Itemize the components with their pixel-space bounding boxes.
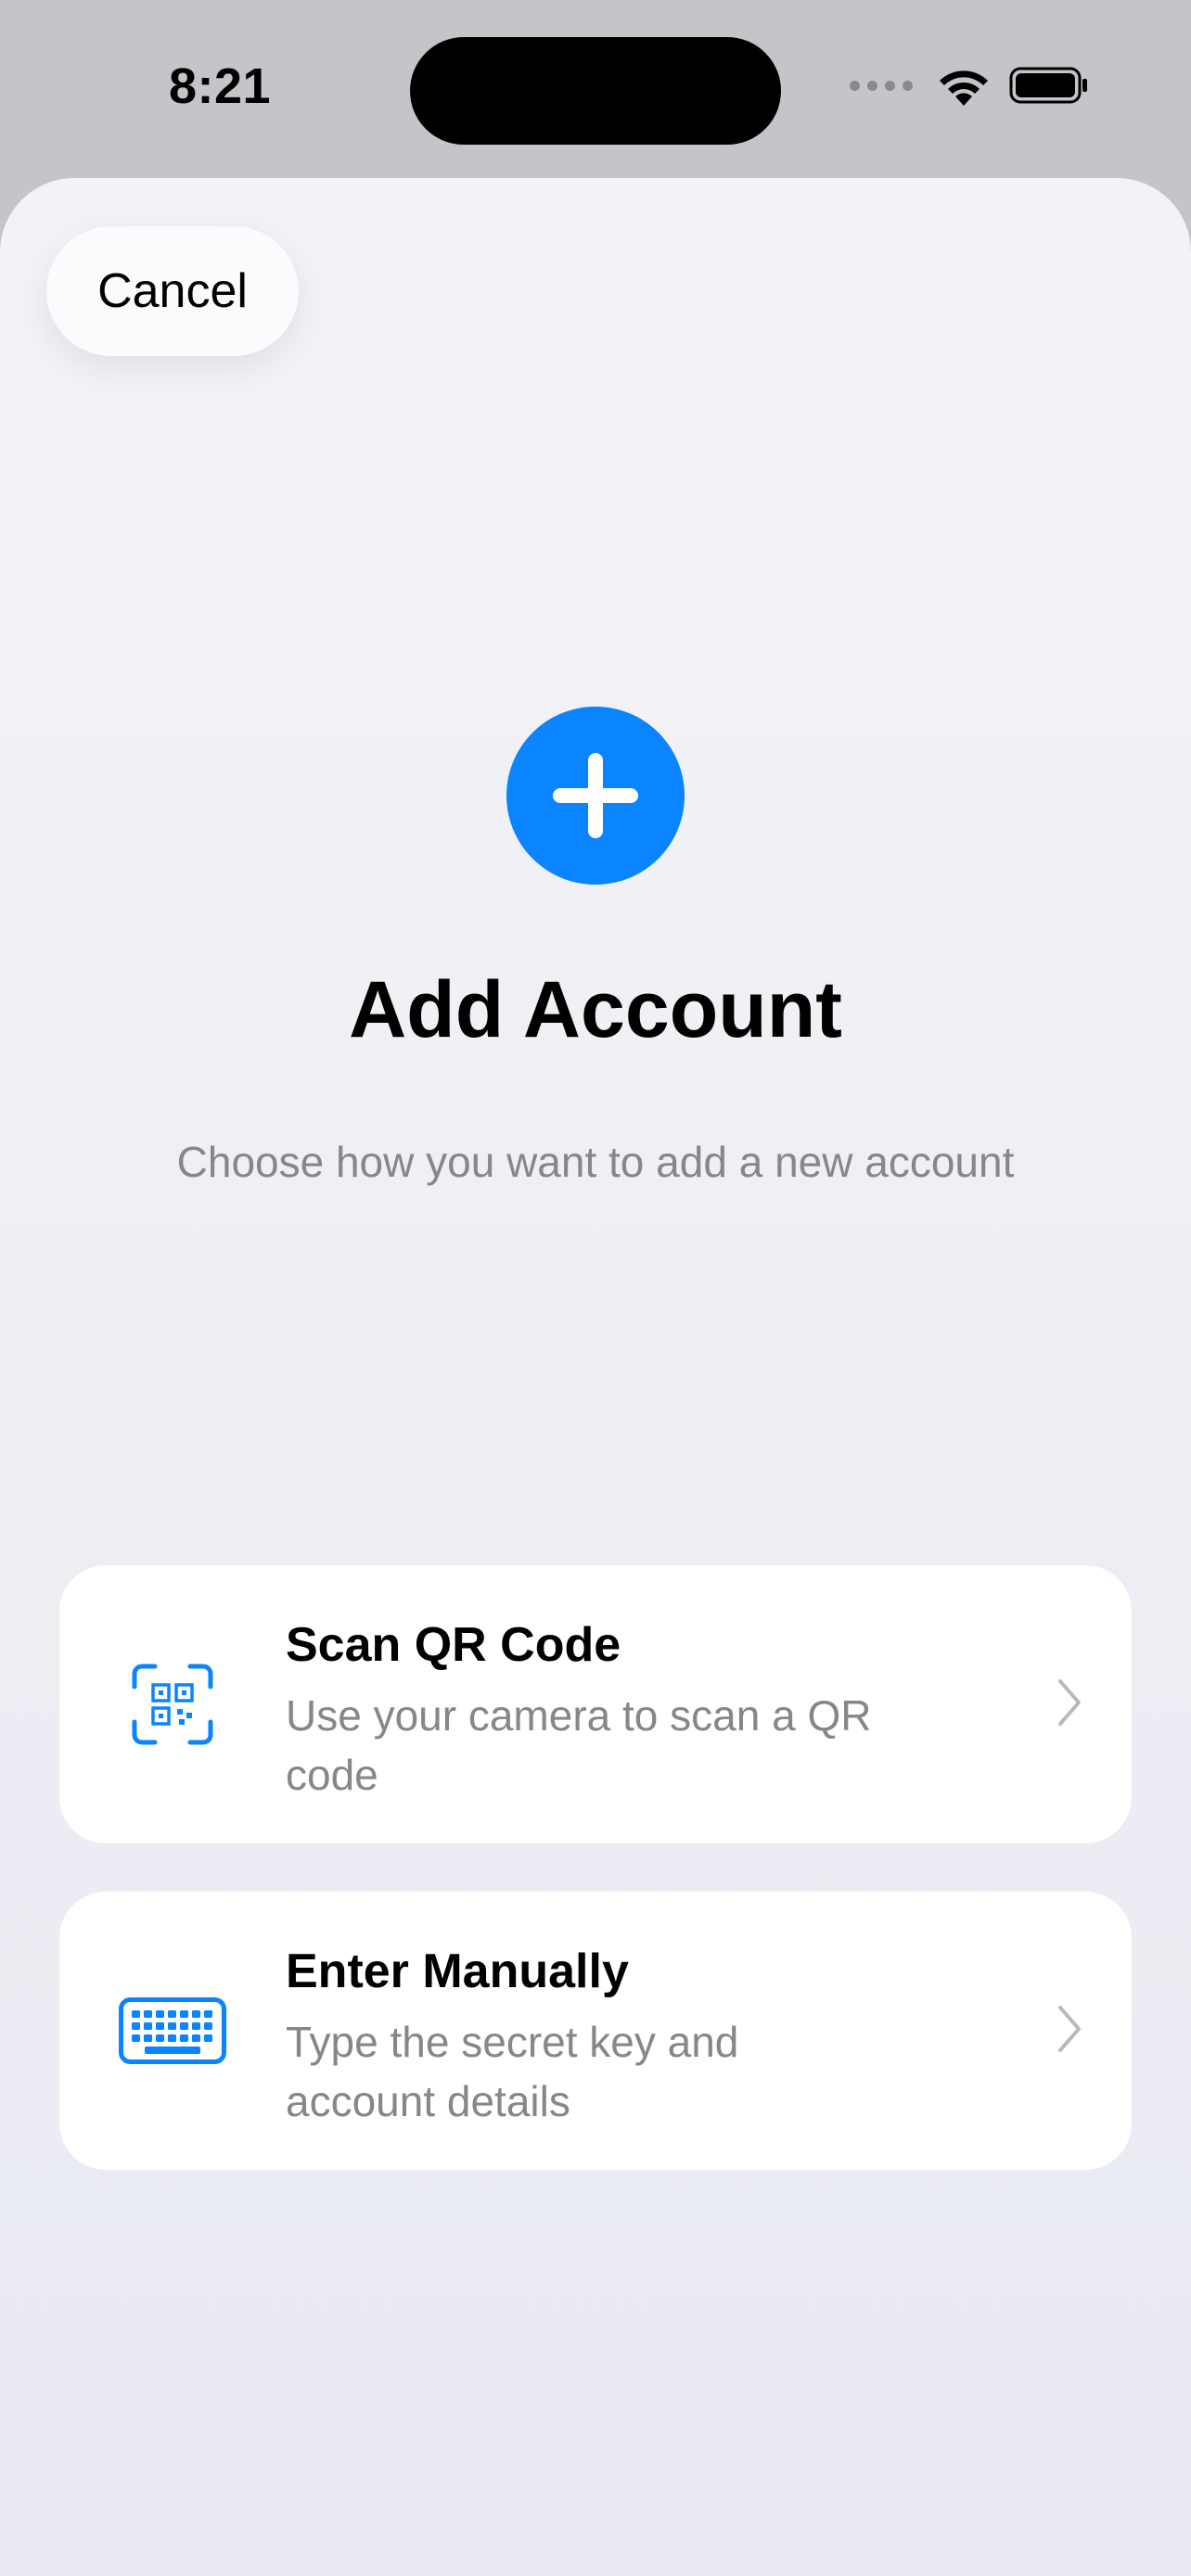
plus-circle-icon: [506, 707, 685, 885]
scan-qr-option[interactable]: Scan QR Code Use your camera to scan a Q…: [59, 1565, 1132, 1843]
keyboard-icon: [119, 1984, 226, 2077]
option-description: Type the secret key and account details: [286, 2018, 739, 2125]
wifi-icon: [940, 70, 988, 106]
battery-icon: [1009, 67, 1087, 104]
chevron-right-icon: [1058, 2006, 1081, 2052]
page-subtitle: Choose how you want to add a new account: [176, 1138, 1015, 1186]
status-icons: [850, 65, 1089, 106]
option-description: Use your camera to scan a QR code: [286, 1691, 872, 1799]
page-title: Add Account: [349, 965, 842, 1054]
signal-dots-icon: [850, 80, 913, 91]
cancel-button[interactable]: Cancel: [46, 226, 299, 356]
dynamic-island: [410, 37, 781, 145]
option-title: Scan QR Code: [286, 1618, 621, 1672]
chevron-right-icon: [1058, 1679, 1081, 1726]
status-bar: 8:21: [0, 0, 1191, 176]
qr-scan-icon: [119, 1658, 226, 1751]
status-time: 8:21: [169, 58, 272, 114]
add-account-sheet: Cancel Add Account Choose how you want t…: [0, 178, 1191, 2576]
enter-manually-option[interactable]: Enter Manually Type the secret key and a…: [59, 1892, 1132, 2170]
option-title: Enter Manually: [286, 1945, 629, 1998]
